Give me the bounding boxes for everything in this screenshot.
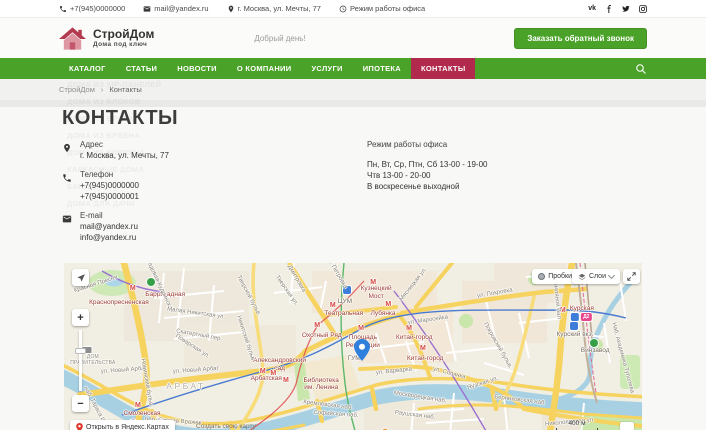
contact-address: Адрес г. Москва, ул. Мечты, 77: [62, 139, 367, 161]
page: +7(945)0000000 mail@yandex.ru г. Москва,…: [0, 0, 706, 430]
zoom-out-button[interactable]: −: [72, 395, 89, 412]
fullscreen-button[interactable]: [623, 269, 640, 284]
layers-button[interactable]: Слои: [572, 269, 620, 284]
work-hours-title: Режим работы офиса: [367, 140, 487, 149]
vk-icon[interactable]: vk: [588, 5, 596, 12]
layers-icon: [578, 273, 586, 281]
header: СтройДом Дома под ключ Добрый день! Зака…: [0, 18, 706, 58]
mail-icon: [62, 210, 73, 243]
nav-item-kontakty[interactable]: КОНТАКТЫ: [411, 58, 475, 79]
geolocation-arrow-icon: [76, 273, 86, 283]
contact-phone: Телефон +7(945)0000000 +7(945)0000001: [62, 169, 367, 202]
work-hours-line: Пн, Вт, Ср, Птн, Сб 13-00 - 19-00: [367, 159, 487, 170]
email-value-2[interactable]: info@yandex.ru: [80, 232, 138, 243]
topbar: +7(945)0000000 mail@yandex.ru г. Москва,…: [0, 0, 706, 18]
map-canvas: [64, 263, 642, 430]
main-nav: КАТАЛОГ СТАТЬИ НОВОСТИ О КОМПАНИИ УСЛУГИ…: [0, 58, 706, 79]
topbar-worktime-text: Режим работы офиса: [350, 4, 425, 13]
email-label: E-mail: [80, 210, 138, 221]
nav-item-o-kompanii[interactable]: О КОМПАНИИ: [227, 58, 302, 79]
geolocation-button[interactable]: [72, 269, 89, 286]
topbar-worktime: Режим работы офиса: [339, 4, 425, 13]
chevron-down-icon: [608, 272, 615, 279]
topbar-phone[interactable]: +7(945)0000000: [59, 4, 125, 13]
breadcrumb-separator: ›: [101, 85, 104, 94]
logo-house-icon: [59, 27, 86, 50]
breadcrumb: СтройДом › Контакты: [0, 79, 706, 100]
map-scale: 400 м: [556, 420, 598, 430]
mail-icon: [143, 5, 151, 13]
open-in-yandex-maps-button[interactable]: Открыть в Яндекс.Картах: [70, 420, 175, 430]
nav-item-katalog[interactable]: КАТАЛОГ: [59, 58, 116, 79]
contact-email: E-mail mail@yandex.ru info@yandex.ru: [62, 210, 367, 243]
layers-label: Слои: [589, 273, 606, 280]
nav-item-ipoteka[interactable]: ИПОТЕКА: [353, 58, 411, 79]
address-value: г. Москва, ул. Мечты, 77: [80, 150, 169, 161]
map-scale-value: 400 м: [556, 420, 598, 427]
contact-info: Адрес г. Москва, ул. Мечты, 77 Телефон +…: [62, 139, 367, 251]
create-map-link[interactable]: Создать свою карту: [196, 423, 256, 430]
email-value-1[interactable]: mail@yandex.ru: [80, 221, 138, 232]
topbar-email-text: mail@yandex.ru: [154, 4, 208, 13]
map-placemark[interactable]: [354, 339, 370, 366]
location-icon: [62, 139, 73, 161]
topbar-phone-text: +7(945)0000000: [70, 4, 125, 13]
logo-subtitle: Дома под ключ: [93, 41, 154, 48]
nav-item-novosti[interactable]: НОВОСТИ: [167, 58, 227, 79]
fullscreen-icon: [627, 272, 636, 281]
callback-button[interactable]: Заказать обратный звонок: [514, 28, 647, 49]
traffic-label: Пробки: [548, 273, 572, 280]
page-title: КОНТАКТЫ: [62, 107, 647, 130]
topbar-address-text: г. Москва, ул. Мечты, 77: [238, 4, 321, 13]
nav-item-stati[interactable]: СТАТЬИ: [116, 58, 168, 79]
phone-icon: [59, 5, 67, 13]
twitter-icon[interactable]: [622, 5, 630, 13]
greeting-text: Добрый день!: [254, 34, 305, 43]
clock-icon: [339, 5, 347, 13]
logo-title: СтройДом: [93, 28, 154, 41]
content: КОНТАКТЫ Адрес г. Москва, ул. Мечты, 77 …: [0, 107, 706, 430]
social-links: vk: [588, 5, 647, 13]
nav-item-uslugi[interactable]: УСЛУГИ: [301, 58, 352, 79]
zoom-in-button[interactable]: +: [72, 309, 89, 326]
facebook-icon[interactable]: [605, 5, 613, 13]
work-hours-line: В воскресенье выходной: [367, 181, 487, 192]
zoom-slider[interactable]: [79, 330, 82, 391]
open-in-yandex-maps-label: Открыть в Яндекс.Картах: [86, 424, 169, 430]
yandex-pin-icon: [76, 423, 83, 430]
breadcrumb-home[interactable]: СтройДом: [59, 85, 95, 94]
topbar-address: г. Москва, ул. Мечты, 77: [227, 4, 321, 13]
breadcrumb-current: Контакты: [109, 85, 141, 94]
phone-label: Телефон: [80, 169, 139, 180]
instagram-icon[interactable]: [639, 5, 647, 13]
phone-icon: [62, 169, 73, 202]
search-icon[interactable]: [635, 63, 647, 75]
traffic-icon: [538, 273, 545, 280]
zoom-slider-handle[interactable]: [75, 348, 86, 354]
location-icon: [227, 5, 235, 13]
work-hours: Режим работы офиса Пн, Вт, Ср, Птн, Сб 1…: [367, 139, 487, 251]
map-attribution-box[interactable]: [620, 422, 634, 430]
work-hours-line: Чтв 13-00 - 20-00: [367, 170, 487, 181]
phone-value-2[interactable]: +7(945)0000001: [80, 191, 139, 202]
topbar-email[interactable]: mail@yandex.ru: [143, 4, 208, 13]
yandex-map[interactable]: МБаррикаднаяКраснопресненскаяМКузнецкий …: [64, 263, 642, 430]
phone-value-1[interactable]: +7(945)0000000: [80, 180, 139, 191]
address-label: Адрес: [80, 139, 169, 150]
logo[interactable]: СтройДом Дома под ключ: [59, 27, 154, 50]
